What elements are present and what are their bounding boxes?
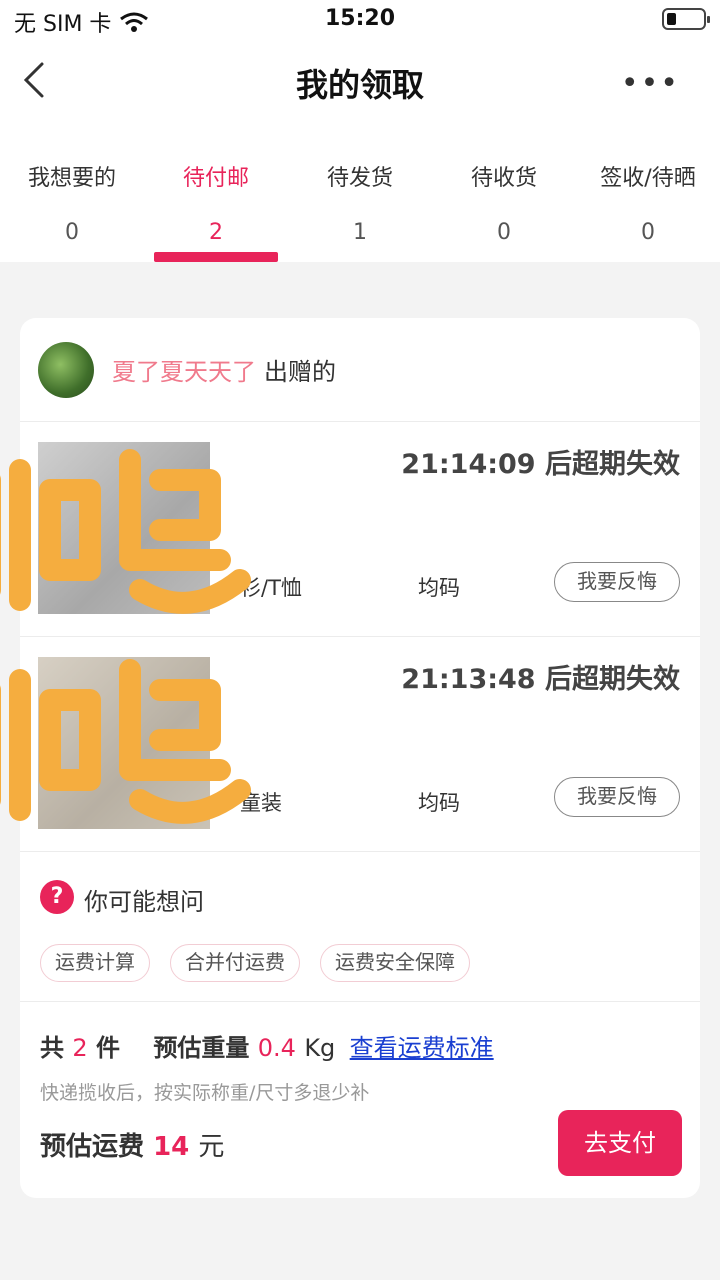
total-unit: 件 bbox=[96, 1034, 120, 1062]
giver-name[interactable]: 夏了夏天天了 bbox=[112, 352, 256, 387]
shipping-standard-link[interactable]: 查看运费标准 bbox=[350, 1034, 494, 1062]
tab-label: 我想要的 bbox=[27, 166, 116, 191]
expiry-timer: 21:13:48 后超期失效 bbox=[401, 664, 680, 695]
page-title: 我的领取 bbox=[295, 66, 424, 104]
weight-label: 预估重量 bbox=[153, 1034, 250, 1062]
list-item[interactable]: 21:14:09 后超期失效 衫/T恤 均码 我要反悔 bbox=[20, 422, 700, 637]
tab-pending-shipment[interactable]: 待发货 1 bbox=[288, 124, 432, 262]
item-size: 均码 bbox=[418, 791, 460, 815]
tab-count: 0 bbox=[497, 220, 511, 245]
regret-button[interactable]: 我要反悔 bbox=[554, 777, 680, 817]
question-icon: ? bbox=[40, 880, 74, 914]
total-prefix: 共 bbox=[40, 1034, 64, 1062]
nav-bar: 我的领取 ••• bbox=[0, 40, 720, 124]
tab-label: 待发货 bbox=[326, 166, 393, 191]
tab-label: 待付邮 bbox=[182, 166, 249, 191]
faq-chip-combined-shipping[interactable]: 合并付运费 bbox=[170, 944, 300, 982]
total-count: 2 bbox=[72, 1034, 88, 1062]
battery-icon bbox=[662, 8, 710, 30]
weight-unit: Kg bbox=[304, 1034, 336, 1062]
faq-chips: 运费计算 合并付运费 运费安全保障 bbox=[40, 944, 470, 982]
faq-heading: 你可能想问 bbox=[84, 888, 204, 916]
tab-label: 签收/待晒 bbox=[600, 166, 696, 191]
tab-count: 2 bbox=[209, 220, 223, 245]
item-category: 衫/T恤 bbox=[240, 576, 302, 600]
product-thumbnail[interactable] bbox=[38, 442, 210, 614]
fee-label: 预估运费 bbox=[40, 1132, 145, 1162]
tab-label: 待收货 bbox=[470, 166, 537, 191]
tab-count: 0 bbox=[65, 220, 79, 245]
faq-chip-shipping-protection[interactable]: 运费安全保障 bbox=[320, 944, 470, 982]
giver-row[interactable]: 夏了夏天天了 出赠的 bbox=[20, 318, 700, 422]
giver-suffix: 出赠的 bbox=[264, 358, 336, 386]
regret-button[interactable]: 我要反悔 bbox=[554, 562, 680, 602]
weight-value: 0.4 bbox=[257, 1034, 296, 1062]
faq-chip-shipping-calc[interactable]: 运费计算 bbox=[40, 944, 150, 982]
status-bar: 无 SIM 卡 15:20 bbox=[0, 0, 720, 40]
fee-unit: 元 bbox=[198, 1132, 225, 1162]
avatar[interactable] bbox=[38, 341, 94, 398]
faq-section: ? 你可能想问 运费计算 合并付运费 运费安全保障 bbox=[20, 852, 700, 1002]
fee-value: 14 bbox=[153, 1132, 190, 1162]
list-item[interactable]: 21:13:48 后超期失效 童装 均码 我要反悔 bbox=[20, 637, 700, 852]
item-category: 童装 bbox=[240, 791, 282, 815]
pay-button[interactable]: 去支付 bbox=[558, 1110, 682, 1176]
shipping-note: 快递揽收后，按实际称重/尺寸多退少补 bbox=[40, 1082, 370, 1104]
tab-count: 1 bbox=[353, 220, 367, 245]
product-thumbnail[interactable] bbox=[38, 657, 210, 829]
order-card: 夏了夏天天了 出赠的 21:14:09 后超期失效 衫/T恤 均码 我要反悔 2… bbox=[20, 318, 700, 1198]
expiry-timer: 21:14:09 后超期失效 bbox=[401, 449, 680, 480]
tab-wanted[interactable]: 我想要的 0 bbox=[0, 124, 144, 262]
payment-summary: 共 2 件 预估重量 0.4 Kg 查看运费标准 快递揽收后，按实际称重/尺寸多… bbox=[20, 1002, 700, 1198]
tab-count: 0 bbox=[641, 220, 655, 245]
summary-line: 共 2 件 预估重量 0.4 Kg 查看运费标准 bbox=[40, 1028, 494, 1063]
tab-bar: 我想要的 0 待付邮 2 待发货 1 待收货 0 签收/待晒 0 bbox=[0, 124, 720, 262]
estimated-fee: 预估运费 14 元 bbox=[40, 1126, 224, 1163]
more-options-icon[interactable]: ••• bbox=[621, 66, 680, 101]
tab-received[interactable]: 签收/待晒 0 bbox=[576, 124, 720, 262]
tab-pending-postage[interactable]: 待付邮 2 bbox=[144, 124, 288, 262]
clock: 15:20 bbox=[324, 6, 396, 31]
tab-pending-receipt[interactable]: 待收货 0 bbox=[432, 124, 576, 262]
item-size: 均码 bbox=[418, 576, 460, 600]
